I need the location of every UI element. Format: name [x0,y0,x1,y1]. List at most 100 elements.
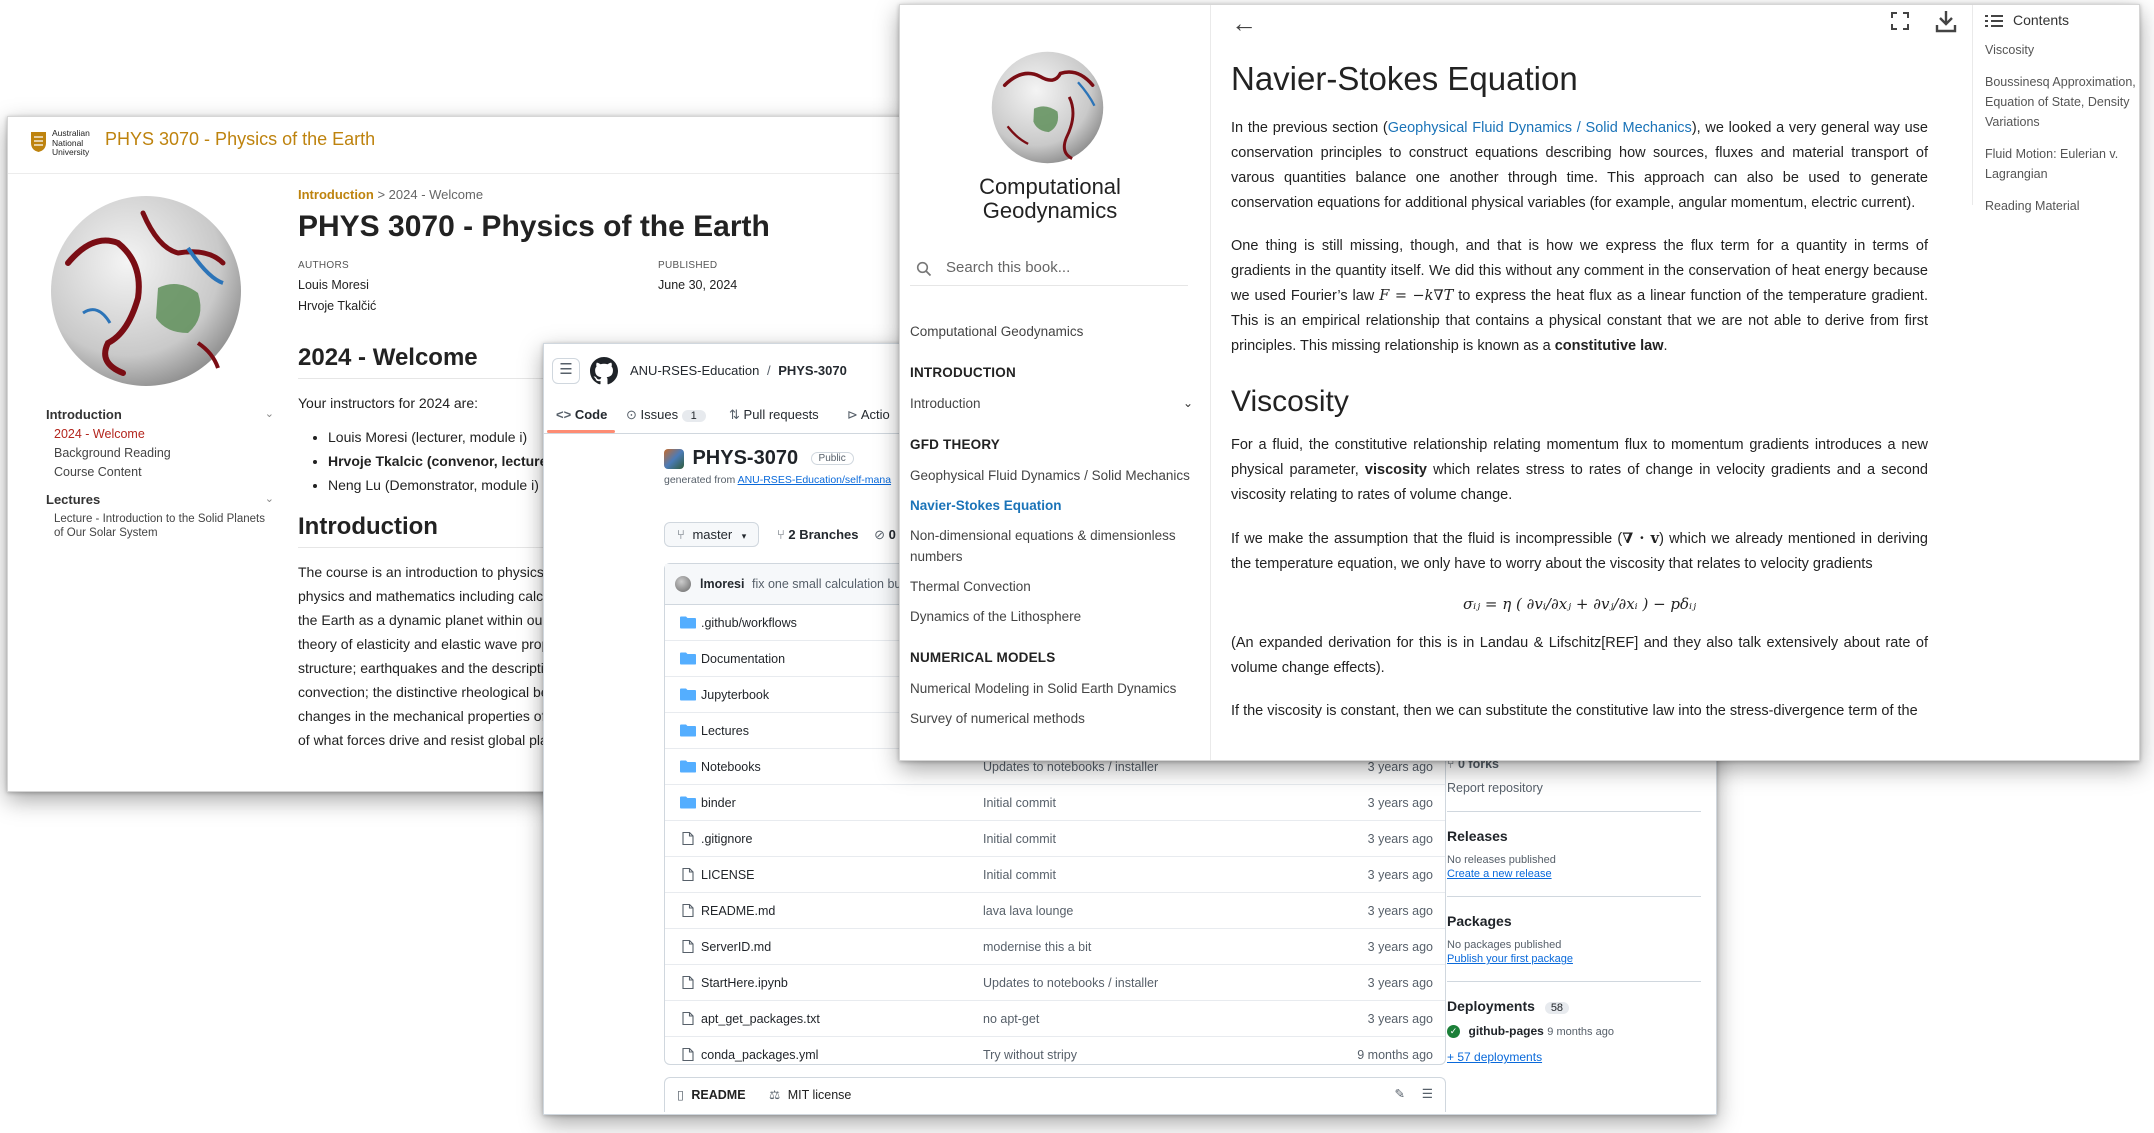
file-name[interactable]: Notebooks [701,760,761,774]
toc-item[interactable]: Survey of numerical methods [910,708,1195,729]
nav-item-lecture-intro[interactable]: Lecture - Introduction to the Solid Plan… [46,512,276,540]
toc-caption: NUMERICAL MODELS [910,650,1056,665]
toc-item[interactable]: Navier-Stokes Equation [910,495,1195,516]
previous-section-link[interactable]: Geophysical Fluid Dynamics / Solid Mecha… [1388,120,1692,136]
report-repository-link[interactable]: Report repository [1447,781,1701,795]
anu-logo[interactable]: Australian National University [30,128,108,158]
file-name[interactable]: ServerID.md [701,940,771,954]
file-name[interactable]: binder [701,796,736,810]
file-icon [682,976,694,989]
book-title[interactable]: Computational Geodynamics [900,175,1200,223]
file-commit-message[interactable]: Updates to notebooks / installer [983,760,1158,774]
toc-item[interactable]: Geophysical Fluid Dynamics / Solid Mecha… [910,465,1195,486]
deployments-title[interactable]: Deployments 58 [1447,998,1701,1014]
back-arrow-icon[interactable]: ← [1231,8,1257,39]
branch-bar: ⑂ master ▾ ⑂ 2 Branches ⊘ 0 [664,522,896,547]
file-commit-message[interactable]: modernise this a bit [983,940,1091,954]
file-name[interactable]: README.md [701,904,775,918]
chevron-down-icon[interactable]: ⌄ [1183,393,1193,414]
file-commit-message[interactable]: Try without stripy [983,1048,1077,1062]
file-name[interactable]: LICENSE [701,868,755,882]
tags-link[interactable]: ⊘ 0 [874,527,896,542]
toc-item[interactable]: Numerical Modeling in Solid Earth Dynami… [910,678,1195,699]
tab-issues[interactable]: ⊙ Issues 1 [626,407,706,423]
site-title[interactable]: PHYS 3070 - Physics of the Earth [105,129,375,150]
generated-from: generated from ANU-RSES-Education/self-m… [664,474,892,486]
toc-item[interactable]: Thermal Convection [910,576,1195,597]
tab-readme[interactable]: ▯ README [677,1087,746,1102]
contents-item-viscosity[interactable]: Viscosity [1985,40,2139,60]
template-repo-link[interactable]: ANU-RSES-Education/self-mana [738,474,891,486]
file-commit-date: 3 years ago [1367,868,1433,882]
create-release-link[interactable]: Create a new release [1447,868,1552,880]
file-name[interactable]: apt_get_packages.txt [701,1012,820,1026]
contents-item-reading-material[interactable]: Reading Material [1985,196,2139,216]
nav-item-welcome[interactable]: 2024 - Welcome [46,427,276,442]
earth-globe-logo[interactable] [990,50,1105,165]
file-row[interactable]: StartHere.ipynb Updates to notebooks / in… [665,965,1445,1001]
page-contents-panel: Contents Viscosity Boussinesq Approximat… [1972,5,2139,213]
file-commit-message[interactable]: Initial commit [983,796,1056,810]
packages-title[interactable]: Packages [1447,913,1701,929]
file-name[interactable]: Documentation [701,652,785,666]
tab-pull-requests[interactable]: ⇅ Pull requests [729,407,819,423]
file-name[interactable]: Jupyterbook [701,688,769,702]
publish-package-link[interactable]: Publish your first package [1447,953,1573,965]
owner-link[interactable]: ANU-RSES-Education [630,363,759,378]
fullscreen-icon[interactable] [1890,11,1910,31]
file-row[interactable]: README.md lava lava lounge 3 years ago [665,893,1445,929]
chevron-down-icon[interactable]: ⌄ [265,407,274,420]
chevron-down-icon[interactable]: ⌄ [265,492,274,505]
contents-item-boussinesq[interactable]: Boussinesq Approximation, Equation of St… [1985,72,2139,132]
play-icon: ⊳ [847,407,858,422]
file-row[interactable]: apt_get_packages.txt no apt-get 3 years ag… [665,1001,1445,1037]
outline-list-icon[interactable]: ☰ [1422,1086,1433,1101]
more-deployments-link[interactable]: + 57 deployments [1447,1050,1542,1064]
file-commit-message[interactable]: no apt-get [983,1012,1039,1026]
file-row[interactable]: binder Initial commit 3 years ago [665,785,1445,821]
repo-name[interactable]: PHYS-3070 [692,447,798,469]
repo-heading: PHYS-3070 Public [664,447,854,470]
deployments-count-badge: 58 [1544,1002,1570,1014]
download-icon[interactable] [1935,9,1957,33]
toc-item[interactable]: Dynamics of the Lithosphere [910,606,1195,627]
commit-message[interactable]: fix one small calculation bu [752,577,901,591]
releases-title[interactable]: Releases [1447,828,1701,844]
file-row[interactable]: .gitignore Initial commit 3 years ago [665,821,1445,857]
published-label: PUBLISHED [658,260,718,271]
file-commit-message[interactable]: lava lava lounge [983,904,1073,918]
file-name[interactable]: StartHere.ipynb [701,976,788,990]
search-input[interactable]: Search this book... [910,253,1188,286]
file-commit-message[interactable]: Initial commit [983,832,1056,846]
file-commit-message[interactable]: Updates to notebooks / installer [983,976,1158,990]
toc-item[interactable]: Non-dimensional equations & dimensionles… [910,525,1195,567]
nav-item-course-content[interactable]: Course Content [46,465,276,480]
tab-actions[interactable]: ⊳ Actio [847,407,890,423]
file-name[interactable]: Lectures [701,724,749,738]
file-row[interactable]: conda_packages.yml Try without stripy 9 mo… [665,1037,1445,1072]
breadcrumb-link[interactable]: Introduction [298,187,374,202]
repo-link[interactable]: PHYS-3070 [778,363,847,378]
file-row[interactable]: LICENSE Initial commit 3 years ago [665,857,1445,893]
nav-section-introduction[interactable]: Introduction ⌄ [46,407,276,422]
deployment-item[interactable]: ✓ github-pages 9 months ago [1447,1024,1701,1039]
commit-author[interactable]: lmoresi [700,577,744,591]
file-row[interactable]: ServerID.md modernise this a bit 3 years a… [665,929,1445,965]
github-logo-icon[interactable] [590,357,618,385]
toc-item[interactable]: Introduction ⌄ [910,393,1195,414]
nav-item-background-reading[interactable]: Background Reading [46,446,276,461]
hamburger-menu-button[interactable]: ☰ [552,358,580,384]
file-name[interactable]: .gitignore [701,832,752,846]
branches-link[interactable]: ⑂ 2 Branches [777,527,862,542]
file-name[interactable]: conda_packages.yml [701,1048,818,1062]
contents-item-fluid-motion[interactable]: Fluid Motion: Eulerian v. Lagrangian [1985,144,2139,184]
tab-license[interactable]: ⚖ MIT license [769,1087,851,1102]
branch-select-button[interactable]: ⑂ master ▾ [664,522,760,547]
toc-item[interactable]: Computational Geodynamics [910,321,1195,342]
pencil-icon[interactable]: ✎ [1395,1086,1405,1101]
tab-code[interactable]: <> Code [556,407,607,422]
nav-section-lectures[interactable]: Lectures ⌄ [46,492,276,507]
file-commit-message[interactable]: Initial commit [983,868,1056,882]
file-name[interactable]: .github/workflows [701,616,797,630]
avatar[interactable] [675,576,691,592]
